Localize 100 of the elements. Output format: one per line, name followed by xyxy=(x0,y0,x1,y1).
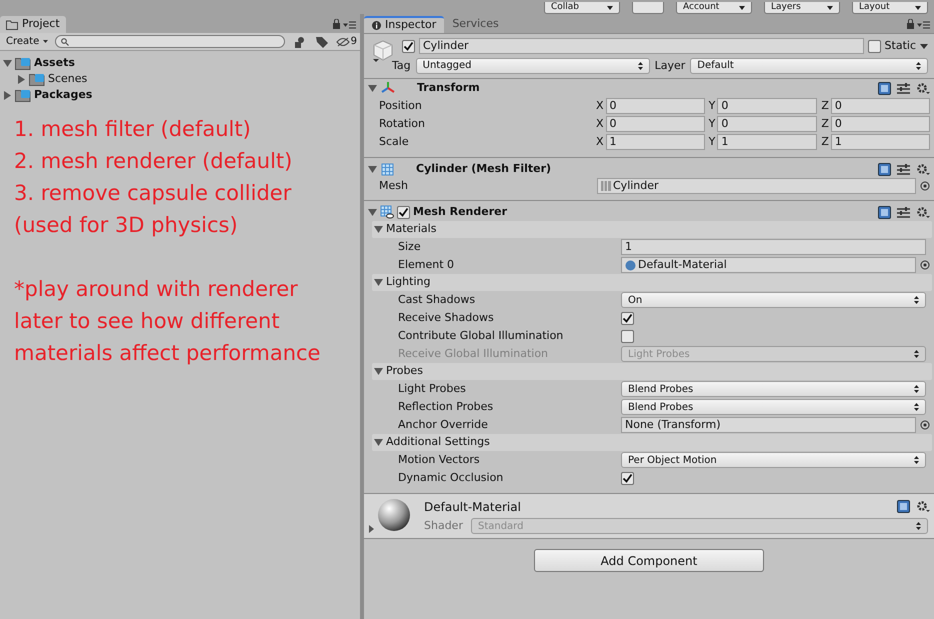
help-book-icon[interactable] xyxy=(878,82,891,94)
input-field[interactable]: 1 xyxy=(717,134,818,150)
project-tab[interactable]: Project xyxy=(0,16,66,33)
create-button[interactable]: Create xyxy=(3,34,52,49)
group-header[interactable]: Probes xyxy=(372,363,932,380)
target-icon[interactable] xyxy=(920,420,930,430)
expanded-arrow-icon[interactable] xyxy=(374,225,383,234)
caret-icon xyxy=(607,6,613,10)
dropdown[interactable]: Default xyxy=(690,58,928,74)
input-field[interactable]: 0 xyxy=(830,116,930,132)
sliders-icon[interactable] xyxy=(897,162,910,176)
checkbox[interactable] xyxy=(402,40,415,53)
property-label: Mesh xyxy=(379,178,409,194)
axis-label: Y xyxy=(708,98,716,114)
folder-icon xyxy=(6,20,18,30)
sliders-icon[interactable] xyxy=(897,82,910,94)
group-header[interactable]: Materials xyxy=(372,221,932,238)
toolbar-dropdown[interactable]: Collab xyxy=(544,2,620,14)
help-book-icon[interactable] xyxy=(878,206,891,218)
input-field[interactable]: 0 xyxy=(830,98,930,114)
caret-icon xyxy=(43,40,48,43)
grid-icon xyxy=(381,162,394,176)
hidden-eye-icon xyxy=(336,36,350,46)
expanded-arrow-icon[interactable] xyxy=(368,164,377,174)
collapsed-arrow-icon[interactable] xyxy=(3,90,12,100)
gear-icon[interactable] xyxy=(916,500,930,514)
input-field[interactable]: 0 xyxy=(606,98,705,114)
input-field[interactable]: Cylinder xyxy=(419,38,864,54)
help-book-icon[interactable] xyxy=(897,500,910,514)
gear-icon[interactable] xyxy=(916,82,930,94)
property-label: Motion Vectors xyxy=(398,452,481,468)
sliders-icon[interactable] xyxy=(897,206,910,218)
group-title: Probes xyxy=(386,363,423,380)
group-header[interactable]: Additional Settings xyxy=(372,434,932,451)
group-title: Lighting xyxy=(386,274,430,290)
input-field[interactable]: 0 xyxy=(717,98,818,114)
panel-tab[interactable]: Services xyxy=(444,16,507,33)
axes-icon xyxy=(381,81,395,95)
annotation-note: 2. mesh renderer (default) xyxy=(14,148,294,175)
lock-menu-icon[interactable] xyxy=(332,19,356,29)
lock-menu-icon[interactable] xyxy=(906,19,930,29)
caret-icon[interactable] xyxy=(920,44,928,49)
dropdown[interactable]: On xyxy=(621,292,926,308)
input-field[interactable]: 0 xyxy=(606,116,705,132)
toolbar-dropdown[interactable]: Layout xyxy=(852,2,928,14)
expanded-arrow-icon[interactable] xyxy=(374,438,383,447)
add-component-button[interactable]: Add Component xyxy=(534,549,764,572)
dropdown[interactable]: Blend Probes xyxy=(621,399,926,415)
target-icon[interactable] xyxy=(920,260,930,270)
property-label: Contribute Global Illumination xyxy=(398,328,564,344)
input-field[interactable]: 1 xyxy=(830,134,930,150)
expanded-arrow-icon[interactable] xyxy=(374,278,383,287)
object-field[interactable]: Default-Material xyxy=(621,257,916,273)
hidden-count[interactable]: 9 xyxy=(332,34,357,49)
property-label: Scale xyxy=(379,134,410,150)
expanded-arrow-icon[interactable] xyxy=(368,84,377,92)
dropdown[interactable]: Per Object Motion xyxy=(621,452,926,468)
dropdown[interactable]: Blend Probes xyxy=(621,381,926,397)
object-field[interactable]: Cylinder xyxy=(597,178,916,194)
expanded-arrow-icon[interactable] xyxy=(374,367,383,376)
axis-label: X xyxy=(596,116,604,132)
input-field[interactable]: 0 xyxy=(717,116,818,132)
object-field[interactable]: None (Transform) xyxy=(621,417,916,433)
info-icon xyxy=(372,21,381,30)
group-header[interactable]: Lighting xyxy=(372,274,932,291)
gear-icon[interactable] xyxy=(916,162,930,176)
axis-label: Z xyxy=(821,134,829,150)
static-label: Static xyxy=(884,38,916,54)
search-icon xyxy=(61,38,70,46)
target-icon[interactable] xyxy=(920,181,930,191)
folder-icon xyxy=(15,56,31,70)
property-label: Anchor Override xyxy=(398,416,489,433)
checkbox[interactable] xyxy=(621,330,634,342)
axis-label: Z xyxy=(821,116,829,132)
search-field[interactable] xyxy=(55,35,285,48)
checkbox[interactable] xyxy=(621,312,634,324)
caret-icon xyxy=(915,6,921,10)
expanded-arrow-icon[interactable] xyxy=(368,208,377,216)
property-label: Reflection Probes xyxy=(398,398,494,415)
property-label: Light Probes xyxy=(398,380,467,397)
folder-icon xyxy=(15,88,31,102)
input-field[interactable]: 1 xyxy=(606,134,705,150)
dropdown[interactable]: Untagged xyxy=(416,58,650,74)
material-name: Default-Material xyxy=(424,498,521,516)
input-field[interactable]: 1 xyxy=(621,239,926,255)
toolbar-dropdown[interactable]: Account xyxy=(676,2,752,14)
help-book-icon[interactable] xyxy=(878,162,891,176)
checkbox[interactable] xyxy=(397,206,410,218)
panel-tab[interactable]: Inspector xyxy=(364,16,444,33)
collapsed-arrow-icon[interactable] xyxy=(17,74,26,84)
folder-label[interactable]: Scenes xyxy=(48,70,88,88)
folder-label[interactable]: Assets xyxy=(34,54,75,72)
expanded-arrow-icon[interactable] xyxy=(3,58,12,68)
checkbox[interactable] xyxy=(868,40,881,53)
toolbar-dropdown[interactable]: Layers xyxy=(764,2,840,14)
folder-label[interactable]: Packages xyxy=(34,86,92,104)
checkbox[interactable] xyxy=(621,472,634,484)
property-label: Rotation xyxy=(379,116,426,132)
annotation-note: 1. mesh filter (default) xyxy=(14,116,252,143)
gear-icon[interactable] xyxy=(916,206,930,218)
